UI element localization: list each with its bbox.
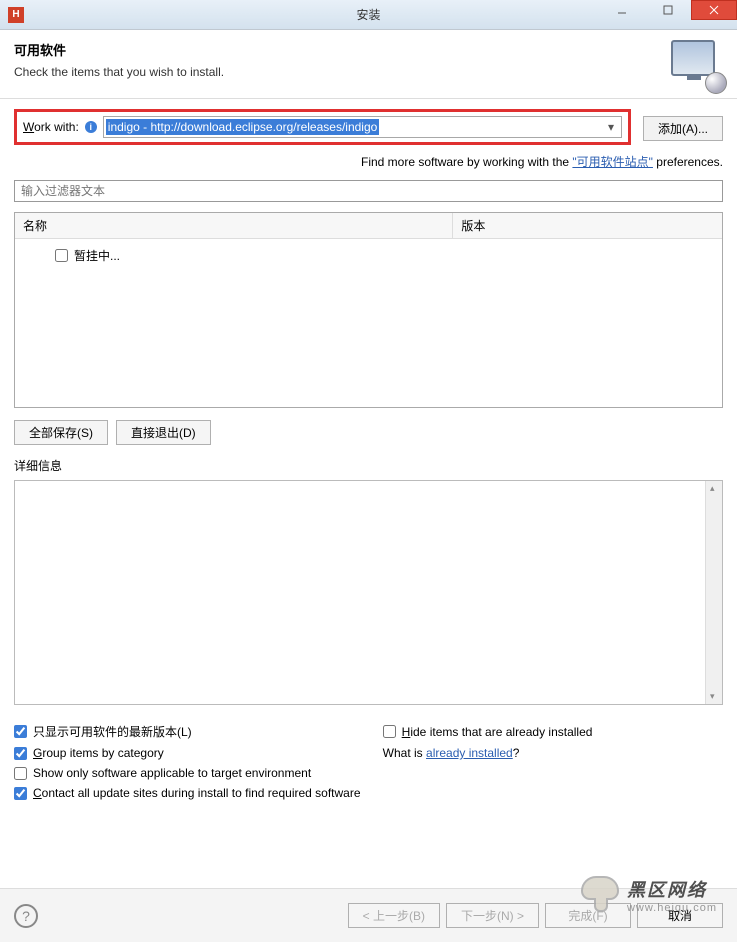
latest-only-checkbox[interactable] — [14, 725, 27, 738]
work-with-value: indigo - http://download.eclipse.org/rel… — [106, 119, 380, 135]
target-env-checkbox[interactable] — [14, 767, 27, 780]
minimize-button[interactable] — [599, 0, 645, 20]
next-button[interactable]: 下一步(N) > — [446, 903, 539, 928]
sites-hint: Find more software by working with the "… — [14, 153, 723, 170]
what-is-label: What is already installed? — [383, 746, 520, 760]
deselect-all-button[interactable]: 直接退出(D) — [116, 420, 211, 445]
header-title: 可用软件 — [14, 40, 224, 59]
help-icon[interactable]: ? — [14, 904, 38, 928]
maximize-button[interactable] — [645, 0, 691, 20]
cancel-button[interactable]: 取消 — [637, 903, 723, 928]
tree-item-pending[interactable]: 暂挂中... — [25, 245, 712, 266]
column-version[interactable]: 版本 — [453, 213, 722, 238]
group-by-category-checkbox[interactable] — [14, 747, 27, 760]
available-sites-link[interactable]: "可用软件站点" — [572, 155, 653, 169]
close-button[interactable] — [691, 0, 737, 20]
details-textarea[interactable] — [14, 480, 723, 705]
wizard-footer: ? < 上一步(B) 下一步(N) > 完成(F) 取消 — [0, 888, 737, 942]
title-bar: H 安装 — [0, 0, 737, 30]
work-with-combo[interactable]: indigo - http://download.eclipse.org/rel… — [103, 116, 622, 138]
select-all-button[interactable]: 全部保存(S) — [14, 420, 108, 445]
wizard-header: 可用软件 Check the items that you wish to in… — [0, 30, 737, 99]
scrollbar[interactable] — [705, 481, 722, 704]
work-with-label: Work with: — [23, 120, 79, 134]
install-icon — [671, 40, 723, 88]
options-panel: 只显示可用软件的最新版本(L) HHide items that are alr… — [14, 723, 723, 800]
tree-item-checkbox[interactable] — [55, 249, 68, 262]
window-title: 安装 — [356, 6, 380, 23]
group-by-category-label: Group items by category — [33, 746, 164, 760]
tree-header: 名称 版本 — [15, 213, 722, 239]
back-button[interactable]: < 上一步(B) — [348, 903, 440, 928]
contact-sites-label: Contact all update sites during install … — [33, 786, 361, 800]
finish-button[interactable]: 完成(F) — [545, 903, 631, 928]
info-icon: i — [85, 121, 97, 133]
hide-installed-label: HHide items that are already installedid… — [402, 725, 593, 739]
details-label: 详细信息 — [14, 457, 723, 474]
header-subtitle: Check the items that you wish to install… — [14, 65, 224, 79]
hide-installed-checkbox[interactable] — [383, 725, 396, 738]
work-with-highlight: Work with: i indigo - http://download.ec… — [14, 109, 631, 145]
filter-input[interactable] — [14, 180, 723, 202]
target-env-label: Show only software applicable to target … — [33, 766, 311, 780]
add-site-button[interactable]: 添加(A)... — [643, 116, 723, 141]
app-icon: H — [8, 7, 24, 23]
tree-item-label: 暂挂中... — [74, 247, 120, 264]
already-installed-link[interactable]: already installed — [426, 746, 513, 760]
software-tree[interactable]: 名称 版本 暂挂中... — [14, 212, 723, 408]
chevron-down-icon[interactable]: ▾ — [603, 120, 619, 134]
contact-sites-checkbox[interactable] — [14, 787, 27, 800]
column-name[interactable]: 名称 — [15, 213, 453, 238]
latest-only-label: 只显示可用软件的最新版本(L) — [33, 723, 192, 740]
